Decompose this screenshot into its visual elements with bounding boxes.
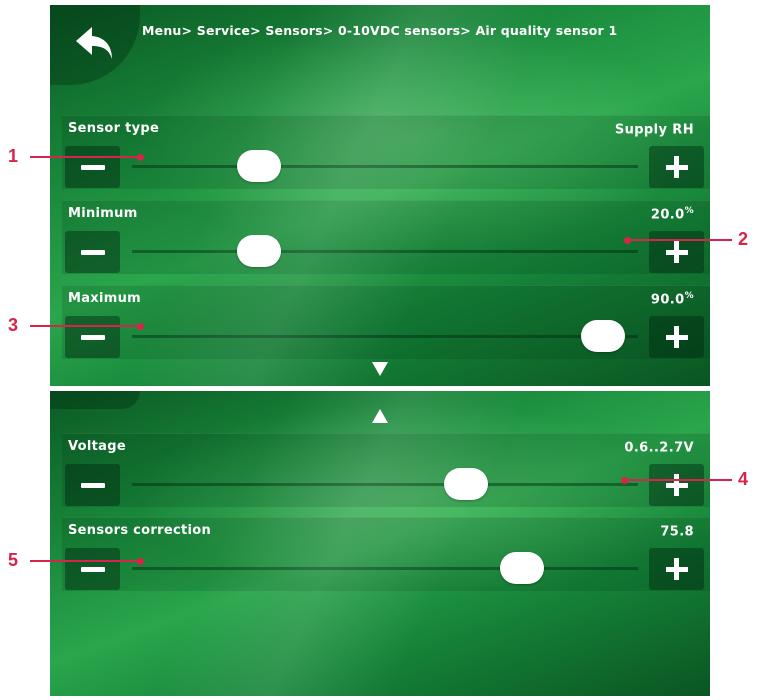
slider-track[interactable]	[132, 235, 638, 267]
plus-icon	[665, 558, 688, 580]
scroll-up-arrow-icon[interactable]	[372, 409, 388, 423]
callout-dot-2	[624, 236, 631, 244]
callout-line-2	[628, 239, 732, 241]
row-value: 90.0%	[650, 291, 694, 308]
increase-button[interactable]	[649, 316, 704, 358]
callout-3: 3	[8, 315, 19, 335]
minus-icon	[80, 249, 105, 255]
callout-dot-5	[137, 557, 144, 565]
slider-knob[interactable]	[443, 468, 488, 500]
slider-track[interactable]	[132, 320, 638, 352]
plus-icon	[665, 326, 688, 348]
callout-dot-4	[621, 476, 628, 484]
row-label: Sensor type	[68, 121, 160, 136]
slider-knob[interactable]	[236, 150, 281, 182]
increase-button[interactable]	[649, 146, 704, 188]
callout-line-4	[625, 479, 732, 481]
row-value: 0.6..2.7V	[624, 440, 694, 456]
sensors-correction-row: Sensors correction 75.8	[62, 517, 710, 591]
scroll-down-arrow-icon[interactable]	[372, 362, 388, 376]
maximum-row: Maximum 90.0%	[62, 285, 710, 359]
voltage-row: Voltage 0.6..2.7V	[62, 433, 710, 507]
row-value: Supply RH	[614, 122, 694, 138]
minus-icon	[80, 164, 105, 170]
row-label: Minimum	[68, 206, 138, 221]
minus-icon	[80, 482, 105, 488]
plus-icon	[665, 156, 688, 178]
minus-icon	[80, 334, 105, 340]
row-value: 20.0%	[650, 206, 694, 223]
callout-line-3	[30, 325, 140, 327]
callout-line-5	[30, 560, 140, 562]
increase-button[interactable]	[649, 464, 704, 506]
back-button[interactable]	[50, 5, 140, 85]
decrease-button[interactable]	[65, 464, 120, 506]
slider-track[interactable]	[132, 150, 638, 182]
row-value: 75.8	[660, 524, 694, 540]
slider-knob[interactable]	[499, 552, 544, 584]
slider-track[interactable]	[132, 552, 638, 584]
breadcrumb: Menu> Service> Sensors> 0-10VDC sensors>…	[142, 23, 618, 38]
screen-top: Menu> Service> Sensors> 0-10VDC sensors>…	[50, 5, 710, 386]
row-label: Voltage	[68, 439, 126, 454]
increase-button[interactable]	[649, 231, 704, 273]
plus-icon	[665, 241, 688, 263]
slider-track[interactable]	[132, 468, 638, 500]
increase-button[interactable]	[649, 548, 704, 590]
decrease-button[interactable]	[65, 548, 120, 590]
decrease-button[interactable]	[65, 231, 120, 273]
callout-dot-1	[137, 153, 144, 161]
plus-icon	[665, 474, 688, 496]
screen-bottom: Voltage 0.6..2.7V Sensors correction 75.…	[50, 391, 710, 696]
minimum-row: Minimum 20.0%	[62, 200, 710, 274]
back-arrow-icon	[76, 27, 112, 59]
sensor-type-row: Sensor type Supply RH	[62, 115, 710, 189]
slider-knob[interactable]	[580, 320, 625, 352]
callout-line-1	[30, 156, 140, 158]
decrease-button[interactable]	[65, 146, 120, 188]
callout-1: 1	[8, 146, 19, 166]
decrease-button[interactable]	[65, 316, 120, 358]
row-label: Maximum	[68, 291, 141, 306]
callout-4: 4	[738, 469, 749, 489]
row-label: Sensors correction	[68, 523, 212, 538]
callout-dot-3	[137, 322, 144, 330]
callout-2: 2	[738, 229, 749, 249]
callout-5: 5	[8, 550, 19, 570]
minus-icon	[80, 566, 105, 572]
slider-knob[interactable]	[236, 235, 281, 267]
